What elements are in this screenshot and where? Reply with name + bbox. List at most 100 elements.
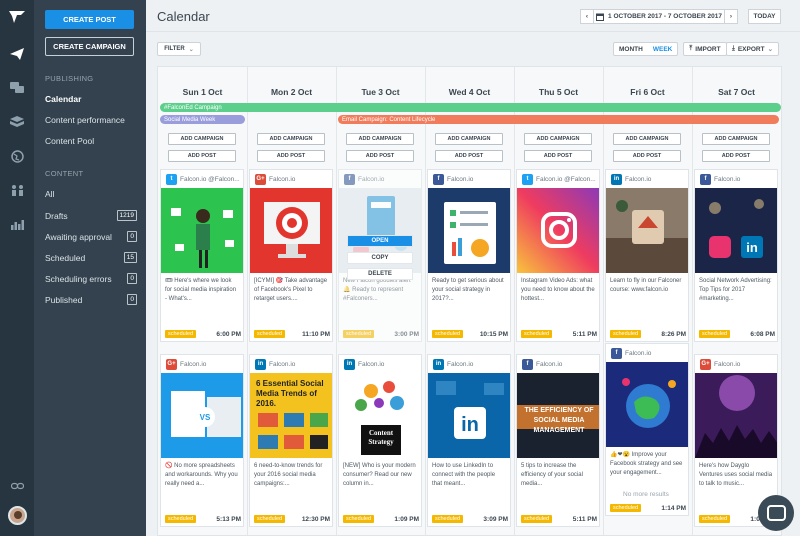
filter-button[interactable]: FILTER ⌄ bbox=[157, 42, 201, 56]
post-card-header: G+ Falcon.io bbox=[161, 355, 243, 373]
post-time: 10:15 PM bbox=[479, 330, 508, 338]
sidebar-item-published[interactable]: Published 0 bbox=[45, 294, 137, 305]
falcon-logo-icon[interactable] bbox=[0, 6, 34, 28]
sidebar-item-calendar[interactable]: Calendar bbox=[45, 94, 137, 104]
add-campaign-button[interactable]: ADD CAMPAIGN bbox=[257, 133, 325, 145]
post-card-footer: scheduled 5:13 PM bbox=[161, 512, 243, 526]
add-campaign-button[interactable]: ADD CAMPAIGN bbox=[524, 133, 592, 145]
status-badge: scheduled bbox=[699, 515, 731, 523]
post-text: Learn to fly in our Falconer course: www… bbox=[610, 278, 682, 293]
post-text: [ICYMI] 🎯 Take advantage of Facebook's P… bbox=[254, 278, 328, 302]
column-divider bbox=[514, 67, 515, 535]
add-campaign-button[interactable]: ADD CAMPAIGN bbox=[613, 133, 681, 145]
post-delete-button[interactable]: DELETE bbox=[347, 268, 413, 280]
post-card[interactable]: in Falcon.io 6 Essential Social Media Tren… bbox=[249, 354, 333, 527]
column-divider bbox=[603, 67, 604, 535]
week-view-button[interactable]: WEEK bbox=[648, 43, 678, 55]
add-post-button[interactable]: ADD POST bbox=[613, 150, 681, 162]
export-button[interactable]: ⤓ EXPORT ⌄ bbox=[726, 42, 779, 56]
google-plus-icon: G+ bbox=[166, 358, 177, 370]
add-post-button[interactable]: ADD POST bbox=[435, 150, 503, 162]
sidebar-item-awaiting-approval[interactable]: Awaiting approval 0 bbox=[45, 231, 137, 242]
sidebar-item-content-pool[interactable]: Content Pool bbox=[45, 136, 137, 146]
linkedin-icon: in bbox=[611, 173, 622, 185]
post-image bbox=[695, 373, 777, 458]
create-post-button[interactable]: CREATE POST bbox=[45, 10, 134, 29]
campaign-bar[interactable]: Email Campaign: Content Lifecycle bbox=[338, 115, 779, 124]
post-card[interactable]: in Falcon.io Learn to fly in our Falconer … bbox=[605, 169, 689, 342]
publish-icon[interactable] bbox=[0, 43, 34, 65]
sidebar-item-drafts[interactable]: Drafts 1219 bbox=[45, 210, 137, 221]
post-card[interactable]: G+ Falcon.io [ICYMI] 🎯 Take advantage of F… bbox=[249, 169, 333, 342]
post-text: 🎟 Here's where we look for social media … bbox=[165, 278, 237, 302]
post-card[interactable]: f Falcon.io THE EFFICIENCY OF SOCIAL MEDIA… bbox=[516, 354, 600, 527]
facebook-icon: f bbox=[611, 347, 622, 359]
post-text: How to use LinkedIn to connect with the … bbox=[432, 463, 496, 487]
post-time: 12:30 PM bbox=[301, 515, 330, 523]
day-header: Sun 1 Oct bbox=[182, 87, 223, 97]
post-card-footer: scheduled 10:15 PM bbox=[428, 327, 510, 341]
add-campaign-button[interactable]: ADD CAMPAIGN bbox=[346, 133, 414, 145]
next-week-button[interactable]: › bbox=[724, 9, 738, 24]
facebook-icon: f bbox=[700, 173, 711, 185]
post-card[interactable]: f Falcon.io in Social Network Advertising: … bbox=[694, 169, 778, 342]
post-text: Social Network Advertising: Top Tips for… bbox=[699, 278, 772, 302]
analytics-icon[interactable] bbox=[0, 213, 34, 235]
campaign-bar[interactable]: Social Media Week bbox=[160, 115, 245, 124]
add-campaign-button[interactable]: ADD CAMPAIGN bbox=[702, 133, 770, 145]
add-post-button[interactable]: ADD POST bbox=[346, 150, 414, 162]
engage-icon[interactable] bbox=[0, 77, 34, 99]
add-post-button[interactable]: ADD POST bbox=[257, 150, 325, 162]
globe-icon[interactable] bbox=[0, 145, 34, 167]
create-campaign-button[interactable]: CREATE CAMPAIGN bbox=[45, 37, 134, 56]
chat-icon[interactable] bbox=[758, 495, 794, 531]
add-post-button[interactable]: ADD POST bbox=[524, 150, 592, 162]
add-campaign-button[interactable]: ADD CAMPAIGN bbox=[168, 133, 236, 145]
post-card[interactable]: in Falcon.io Content Strategy [NEW] Who is … bbox=[338, 354, 422, 527]
download-icon: ⤓ bbox=[731, 45, 735, 52]
post-copy-button[interactable]: COPY bbox=[347, 252, 413, 264]
add-campaign-button[interactable]: ADD CAMPAIGN bbox=[435, 133, 503, 145]
header-divider bbox=[146, 31, 800, 32]
post-open-button[interactable]: OPEN bbox=[347, 235, 413, 247]
user-avatar[interactable] bbox=[8, 506, 27, 525]
post-card[interactable]: t Falcon.io @Falcon... 🎟 Here's where we l… bbox=[160, 169, 244, 342]
post-card-header: f Falcon.io bbox=[517, 355, 599, 373]
post-card[interactable]: in Falcon.io in How to use LinkedIn to conn… bbox=[427, 354, 511, 527]
account-name: Falcon.io bbox=[180, 360, 207, 368]
post-text: Ready to get serious about your social s… bbox=[432, 278, 504, 302]
post-card[interactable]: t Falcon.io @Falcon... Instagram Video Ads… bbox=[516, 169, 600, 342]
today-button[interactable]: TODAY bbox=[748, 9, 781, 24]
account-name: Falcon.io bbox=[714, 360, 741, 368]
account-name: Falcon.io bbox=[358, 175, 385, 183]
link-icon[interactable] bbox=[0, 475, 34, 497]
post-card[interactable]: G+ Falcon.io VS 🚫 No more spreadsheets and … bbox=[160, 354, 244, 527]
sidebar-item-scheduling-errors[interactable]: Scheduling errors 0 bbox=[45, 273, 137, 284]
add-post-button[interactable]: ADD POST bbox=[168, 150, 236, 162]
listen-icon[interactable] bbox=[0, 111, 34, 133]
status-badge: scheduled bbox=[699, 330, 731, 338]
icon-rail bbox=[0, 0, 34, 536]
status-badge: scheduled bbox=[610, 330, 642, 338]
post-time: 11:10 PM bbox=[302, 330, 330, 338]
sidebar-item-content-performance[interactable]: Content performance bbox=[45, 115, 137, 125]
post-image: in bbox=[695, 188, 777, 273]
account-name: Falcon.io @Falcon... bbox=[536, 175, 596, 183]
sidebar-item-label: Drafts bbox=[45, 210, 68, 221]
twitter-icon: t bbox=[166, 173, 177, 185]
import-button[interactable]: ⤒ IMPORT bbox=[683, 42, 727, 56]
post-card[interactable]: f Falcon.io Ready to get serious about you… bbox=[427, 169, 511, 342]
campaign-bar[interactable]: #FalconEd Campaign bbox=[160, 103, 781, 112]
sidebar-item-all[interactable]: All bbox=[45, 189, 137, 199]
sidebar-item-label: Content performance bbox=[45, 115, 125, 125]
date-range-picker[interactable]: 1 OCTOBER 2017 - 7 OCTOBER 2017 bbox=[594, 9, 724, 24]
post-image: Content Strategy bbox=[339, 373, 421, 458]
audience-icon[interactable] bbox=[0, 179, 34, 201]
prev-week-button[interactable]: ‹ bbox=[580, 9, 594, 24]
account-name: Falcon.io bbox=[447, 360, 474, 368]
add-post-button[interactable]: ADD POST bbox=[702, 150, 770, 162]
sidebar-item-scheduled[interactable]: Scheduled 15 bbox=[45, 252, 137, 263]
month-view-button[interactable]: MONTH bbox=[614, 43, 648, 55]
day-header: Wed 4 Oct bbox=[448, 87, 491, 97]
sidebar-item-label: Content Pool bbox=[45, 136, 95, 146]
